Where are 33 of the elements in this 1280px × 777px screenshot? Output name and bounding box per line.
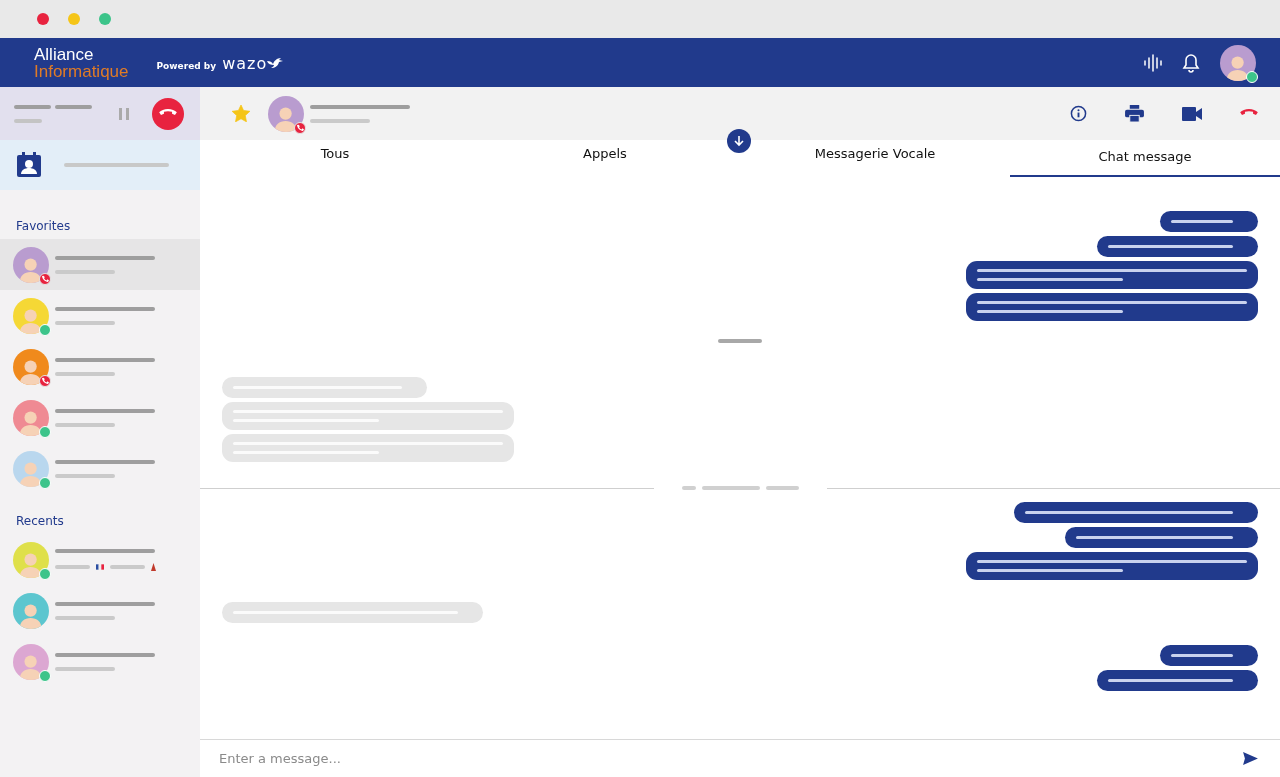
arrow-down-icon <box>733 135 745 147</box>
section-title: Recents <box>15 513 65 530</box>
cone-icon <box>151 562 156 571</box>
notifications-bell-icon[interactable] <box>1182 52 1200 73</box>
minimize-window-dot[interactable] <box>68 13 80 25</box>
powered-by-label: Powered by <box>156 60 217 71</box>
hang-up-button[interactable] <box>152 97 184 130</box>
print-button[interactable] <box>1125 105 1144 122</box>
phone-icon <box>1240 109 1258 118</box>
bird-icon <box>267 55 284 68</box>
tab[interactable]: Chat message <box>1010 140 1280 177</box>
scroll-down-button[interactable] <box>727 129 751 153</box>
message-input[interactable]: Enter a message... <box>217 750 1243 767</box>
wazo-logo-text: wazo <box>222 54 268 73</box>
contact-book-icon <box>16 152 42 178</box>
tab[interactable]: Messagerie Vocale <box>740 140 1010 177</box>
video-call-button[interactable] <box>1182 106 1202 121</box>
maximize-window-dot[interactable] <box>99 13 111 25</box>
tab[interactable]: Appels <box>470 140 740 177</box>
tab[interactable]: Tous <box>200 140 470 177</box>
brand-name: Alliance <box>34 45 95 63</box>
section-title: Favorites <box>15 218 72 235</box>
favorite-star-icon[interactable] <box>232 105 250 122</box>
send-icon[interactable] <box>1243 752 1258 765</box>
contact-card[interactable] <box>0 140 200 190</box>
close-window-dot[interactable] <box>37 13 49 25</box>
brand-name: Informatique <box>34 62 129 80</box>
hang-up-button[interactable] <box>1240 109 1258 118</box>
pause-icon <box>118 106 130 121</box>
phone-icon <box>159 109 177 118</box>
waveform-icon[interactable] <box>1144 53 1162 72</box>
info-icon[interactable] <box>1070 105 1087 122</box>
contact-item[interactable] <box>0 239 200 290</box>
